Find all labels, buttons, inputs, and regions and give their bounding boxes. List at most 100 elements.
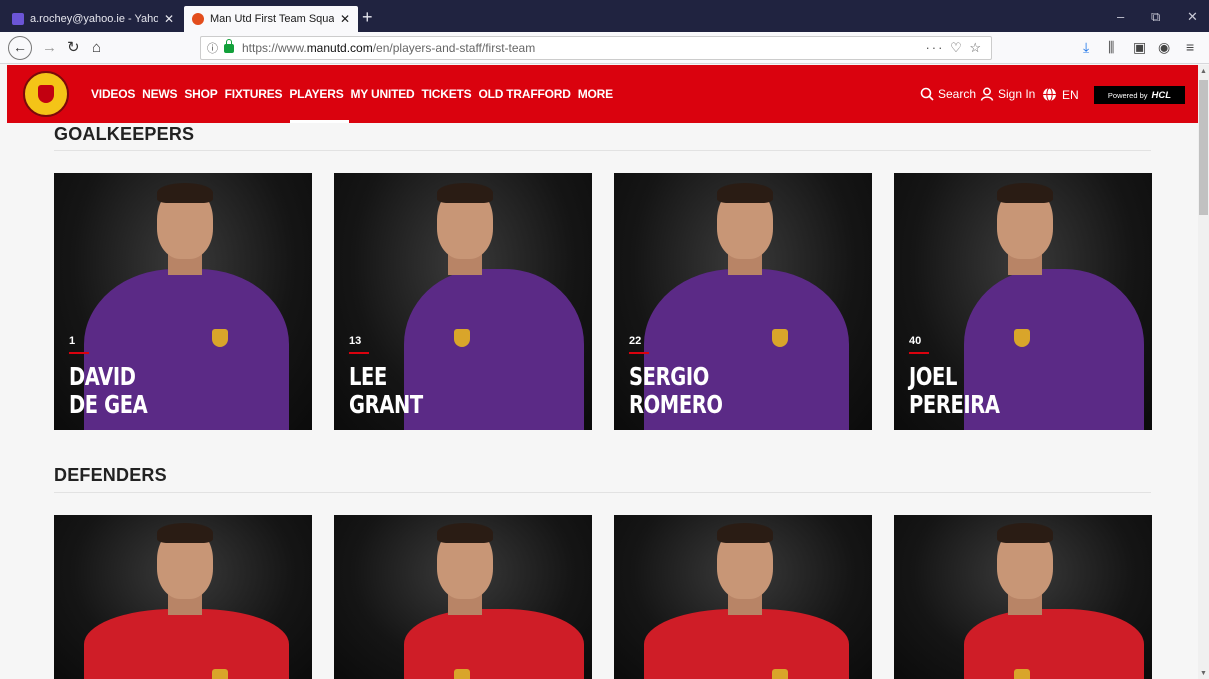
section-title-defenders: DEFENDERS [54, 465, 167, 485]
club-crest-logo[interactable] [23, 71, 69, 117]
nav-more[interactable]: MORE [578, 87, 613, 101]
active-nav-indicator [290, 120, 349, 123]
player-card[interactable]: 1 DAVID DE GEA [54, 173, 312, 430]
club-badge-icon [454, 329, 470, 347]
search-label: Search [938, 87, 977, 101]
reload-icon[interactable]: ↻ [67, 38, 80, 58]
user-icon [980, 87, 994, 101]
club-badge-icon [772, 669, 788, 679]
player-last-name: GRANT [349, 390, 423, 419]
url-path: /en/players-and-staff/first-team [372, 41, 536, 55]
section-title-goalkeepers: GOALKEEPERS [54, 124, 195, 144]
player-card[interactable] [334, 515, 592, 679]
player-kit [964, 609, 1144, 679]
player-number-underline [69, 352, 89, 354]
nav-videos[interactable]: VIDEOS [91, 87, 135, 101]
home-icon[interactable]: ⌂ [92, 38, 101, 58]
player-hair [717, 523, 773, 543]
player-hair [157, 183, 213, 203]
player-card[interactable]: 22 SERGIO ROMERO [614, 173, 872, 430]
player-first-name: JOEL [909, 362, 958, 391]
hcl-sponsor-badge[interactable]: Powered by HCL [1094, 86, 1185, 104]
player-card[interactable] [614, 515, 872, 679]
back-icon[interactable]: ← [8, 36, 32, 60]
player-number-underline [629, 352, 649, 354]
page-actions-icon[interactable]: ··· ♡ ☆ [925, 40, 983, 56]
club-badge-icon [1014, 669, 1030, 679]
player-kit [84, 609, 289, 679]
browser-tab-man-utd[interactable]: Man Utd First Team Squad & Pl ✕ [184, 6, 358, 32]
section-divider [54, 150, 1151, 151]
player-card[interactable] [54, 515, 312, 679]
close-tab-icon[interactable]: ✕ [340, 12, 350, 26]
menu-icon[interactable]: ≡ [1186, 39, 1194, 55]
player-hair [437, 183, 493, 203]
nav-my-united[interactable]: MY UNITED [351, 87, 415, 101]
player-hair [437, 523, 493, 543]
player-number: 40 [909, 335, 922, 347]
url-bar[interactable]: ⓘ https://www. manutd.com/en/players-and-… [200, 36, 992, 60]
club-badge-icon [212, 669, 228, 679]
new-tab-button[interactable]: + [362, 8, 373, 26]
player-kit [404, 269, 584, 430]
language-selector[interactable]: EN [1042, 87, 1079, 102]
scroll-up-icon[interactable]: ▲ [1200, 68, 1207, 75]
close-window-icon[interactable]: ✕ [1187, 9, 1198, 25]
account-icon[interactable]: ◉ [1158, 39, 1170, 56]
restore-icon[interactable]: ⧉ [1151, 9, 1160, 25]
close-tab-icon[interactable]: ✕ [164, 12, 174, 26]
nav-shop[interactable]: SHOP [184, 87, 217, 101]
info-icon[interactable]: ⓘ [207, 40, 218, 56]
tab-title: a.rochey@yahoo.ie - Yahoo Ma [30, 13, 158, 25]
sidebar-icon[interactable]: ▣ [1133, 39, 1146, 56]
browser-tab-yahoo-mail[interactable]: a.rochey@yahoo.ie - Yahoo Ma ✕ [4, 6, 182, 32]
hcl-logo: HCL [1151, 89, 1172, 101]
browser-toolbar: ← → ↻ ⌂ ⓘ https://www. manutd.com/en/play… [0, 32, 1209, 64]
club-badge-icon [454, 669, 470, 679]
url-prefix: https://www. [242, 41, 307, 55]
player-number-underline [909, 352, 929, 354]
site-header: VIDEOS NEWS SHOP FIXTURES PLAYERS MY UNI… [7, 65, 1198, 123]
player-hair [997, 183, 1053, 203]
player-first-name: DAVID [69, 362, 136, 391]
nav-tickets[interactable]: TICKETS [422, 87, 472, 101]
lock-icon [224, 38, 234, 53]
powered-by-text: Powered by [1107, 90, 1148, 100]
player-hair [157, 523, 213, 543]
club-badge-icon [1014, 329, 1030, 347]
player-number-underline [349, 352, 369, 354]
player-number: 13 [349, 335, 362, 347]
minimize-icon[interactable]: – [1117, 9, 1124, 24]
player-hair [717, 183, 773, 203]
forward-icon[interactable]: → [42, 38, 57, 58]
nav-players[interactable]: PLAYERS [289, 87, 343, 101]
player-kit [644, 609, 849, 679]
club-badge-icon [212, 329, 228, 347]
scroll-down-icon[interactable]: ▼ [1200, 670, 1207, 677]
globe-icon [1043, 87, 1056, 102]
nav-fixtures[interactable]: FIXTURES [225, 87, 283, 101]
player-card[interactable]: 13 LEE GRANT [334, 173, 592, 430]
nav-old-trafford[interactable]: OLD TRAFFORD [478, 87, 570, 101]
scrollbar-thumb[interactable] [1199, 80, 1208, 215]
url-domain: manutd.com [306, 41, 373, 55]
mail-icon [12, 13, 24, 25]
library-icon[interactable]: ⫼ [1108, 39, 1114, 56]
nav-news[interactable]: NEWS [142, 87, 177, 101]
player-card[interactable]: 40 JOEL PEREIRA [894, 173, 1152, 430]
player-first-name: SERGIO [629, 362, 709, 391]
player-card[interactable] [894, 515, 1152, 679]
player-last-name: ROMERO [629, 390, 723, 419]
tab-title: Man Utd First Team Squad & Pl [210, 13, 334, 25]
search-button[interactable]: Search [920, 87, 976, 101]
player-last-name: DE GEA [69, 390, 148, 419]
club-badge-icon [772, 329, 788, 347]
sign-in-button[interactable]: Sign In [980, 87, 1035, 101]
download-icon[interactable]: ⤓ [1083, 39, 1089, 56]
player-number: 1 [69, 335, 76, 347]
section-divider [54, 492, 1151, 493]
player-hair [997, 523, 1053, 543]
search-icon [920, 87, 934, 101]
man-utd-favicon-icon [192, 13, 204, 25]
player-number: 22 [629, 335, 642, 347]
